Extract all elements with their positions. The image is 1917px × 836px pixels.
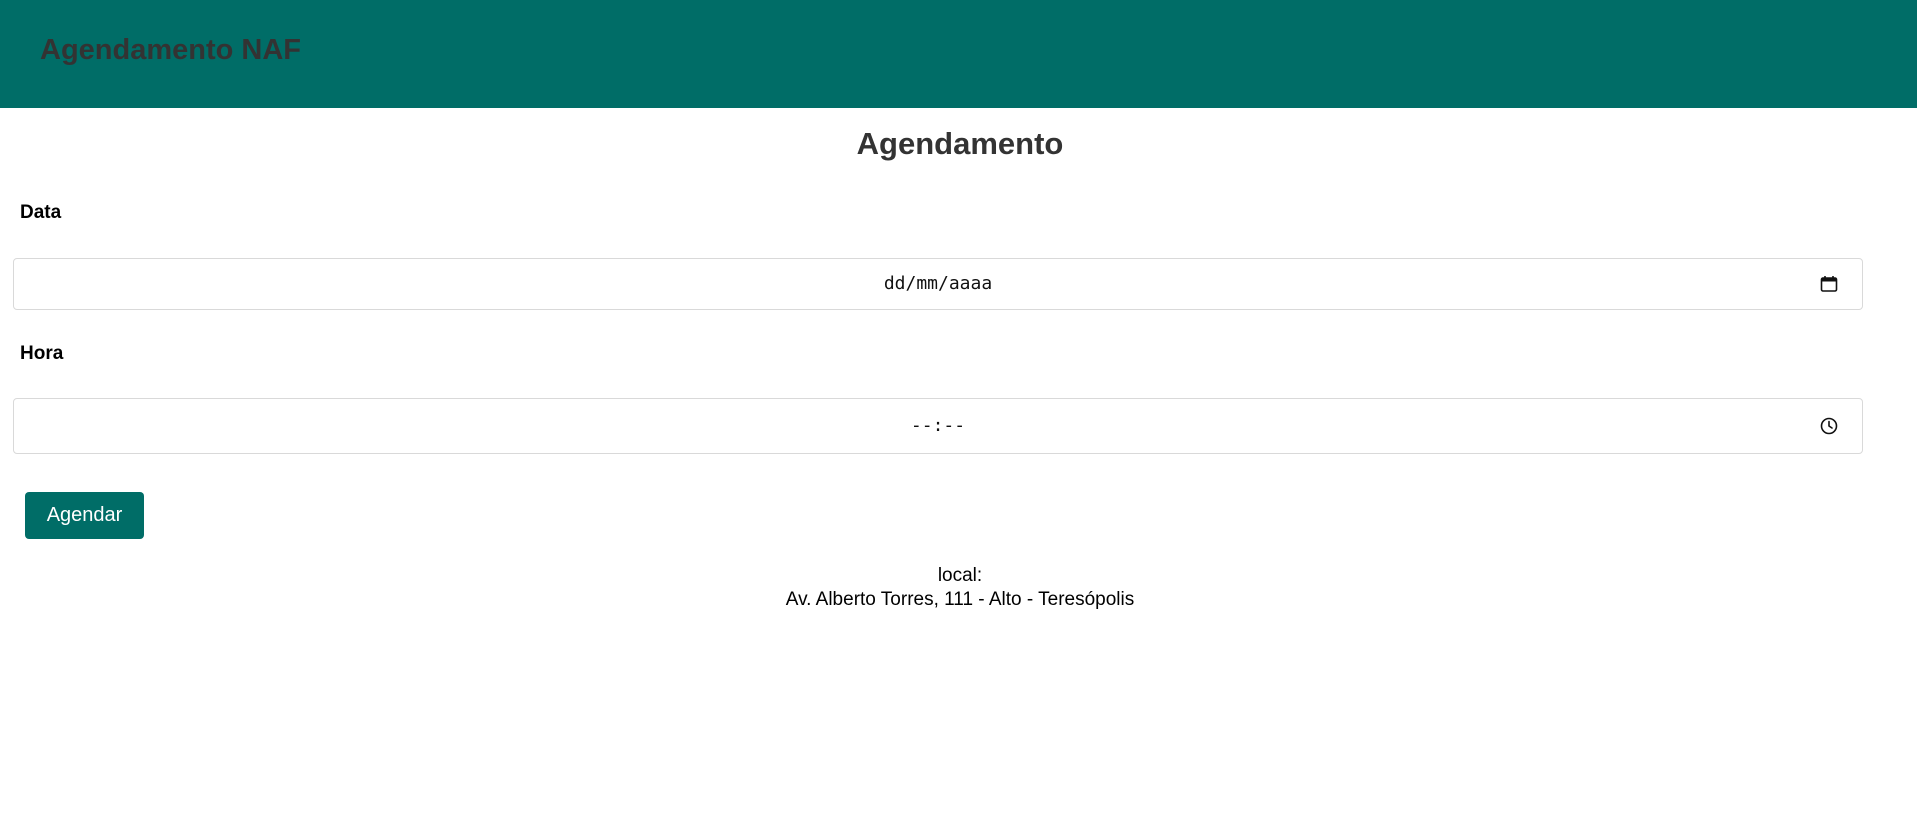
time-placeholder: --:-- (910, 415, 966, 436)
location-info: local: Av. Alberto Torres, 111 - Alto - … (0, 564, 1917, 612)
date-label: Data (20, 202, 62, 223)
date-placeholder: dd/mm/aaaa (883, 273, 993, 294)
agendar-button[interactable]: Agendar (25, 492, 144, 539)
location-label: local: (937, 565, 983, 586)
date-input[interactable]: dd/mm/aaaa (13, 258, 1863, 310)
top-header-bar: Agendamento NAF (0, 0, 1917, 108)
location-address: Av. Alberto Torres, 111 - Alto - Teresóp… (785, 589, 1135, 610)
calendar-icon[interactable] (1820, 275, 1838, 293)
page-title: Agendamento (856, 126, 1064, 161)
brand-title: Agendamento NAF (40, 34, 301, 66)
time-label: Hora (20, 343, 64, 364)
clock-icon[interactable] (1820, 417, 1838, 435)
time-input[interactable]: --:-- (13, 398, 1863, 454)
